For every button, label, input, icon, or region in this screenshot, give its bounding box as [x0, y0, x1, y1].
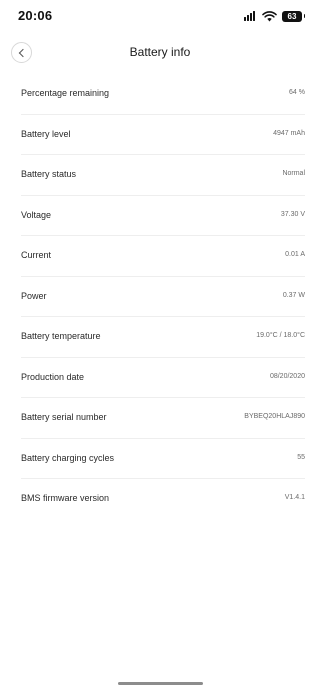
header: Battery info	[0, 36, 320, 72]
status-icons: 63	[244, 9, 305, 23]
row-label: Voltage	[21, 209, 52, 220]
row-battery-charging-cycles: Battery charging cycles 55	[21, 439, 305, 479]
status-bar: 20:06 63	[0, 0, 320, 32]
row-label: Battery level	[21, 128, 71, 139]
row-battery-status: Battery status Normal	[21, 155, 305, 196]
row-percentage-remaining: Percentage remaining 64 %	[21, 74, 305, 115]
row-label: Battery status	[21, 169, 77, 179]
row-value: Normal	[282, 170, 305, 177]
row-label: Battery temperature	[21, 331, 101, 341]
page-title: Battery info	[129, 45, 191, 59]
row-battery-level: Battery level 4947 mAh	[21, 115, 305, 155]
row-value: BYBEQ20HLAJ890	[244, 413, 305, 420]
home-indicator[interactable]	[118, 682, 203, 685]
row-value: 55	[297, 453, 305, 461]
signal-icon	[244, 11, 256, 21]
row-bms-firmware-version: BMS firmware version V1.4.1	[21, 479, 305, 520]
status-time: 20:06	[18, 8, 53, 23]
row-current: Current 0.01 A	[21, 236, 305, 277]
row-power: Power 0.37 W	[21, 277, 305, 317]
row-battery-temperature: Battery temperature 19.0°C / 18.0°C	[21, 317, 305, 358]
row-value: 64 %	[289, 89, 305, 96]
row-value: 37.30 V	[280, 210, 305, 218]
row-value: 19.0°C / 18.0°C	[256, 332, 305, 339]
wifi-icon	[262, 10, 277, 22]
row-label: Percentage remaining	[21, 88, 110, 98]
battery-info-list: Percentage remaining 64 % Battery level …	[0, 74, 320, 520]
row-label: Production date	[21, 371, 85, 382]
row-label: Current	[21, 250, 52, 260]
row-label: BMS firmware version	[21, 493, 110, 503]
row-production-date: Production date 08/20/2020	[21, 358, 305, 398]
row-value: V1.4.1	[284, 494, 305, 501]
row-value: 0.01 A	[285, 251, 305, 258]
row-voltage: Voltage 37.30 V	[21, 196, 305, 236]
row-value: 08/20/2020	[269, 372, 305, 380]
battery-icon: 63	[282, 10, 305, 22]
row-value: 0.37 W	[282, 291, 305, 299]
row-value: 4947 mAh	[273, 129, 305, 137]
row-battery-serial-number: Battery serial number BYBEQ20HLAJ890	[21, 398, 305, 439]
row-label: Power	[21, 290, 47, 301]
row-label: Battery serial number	[21, 412, 107, 422]
row-label: Battery charging cycles	[21, 452, 115, 463]
